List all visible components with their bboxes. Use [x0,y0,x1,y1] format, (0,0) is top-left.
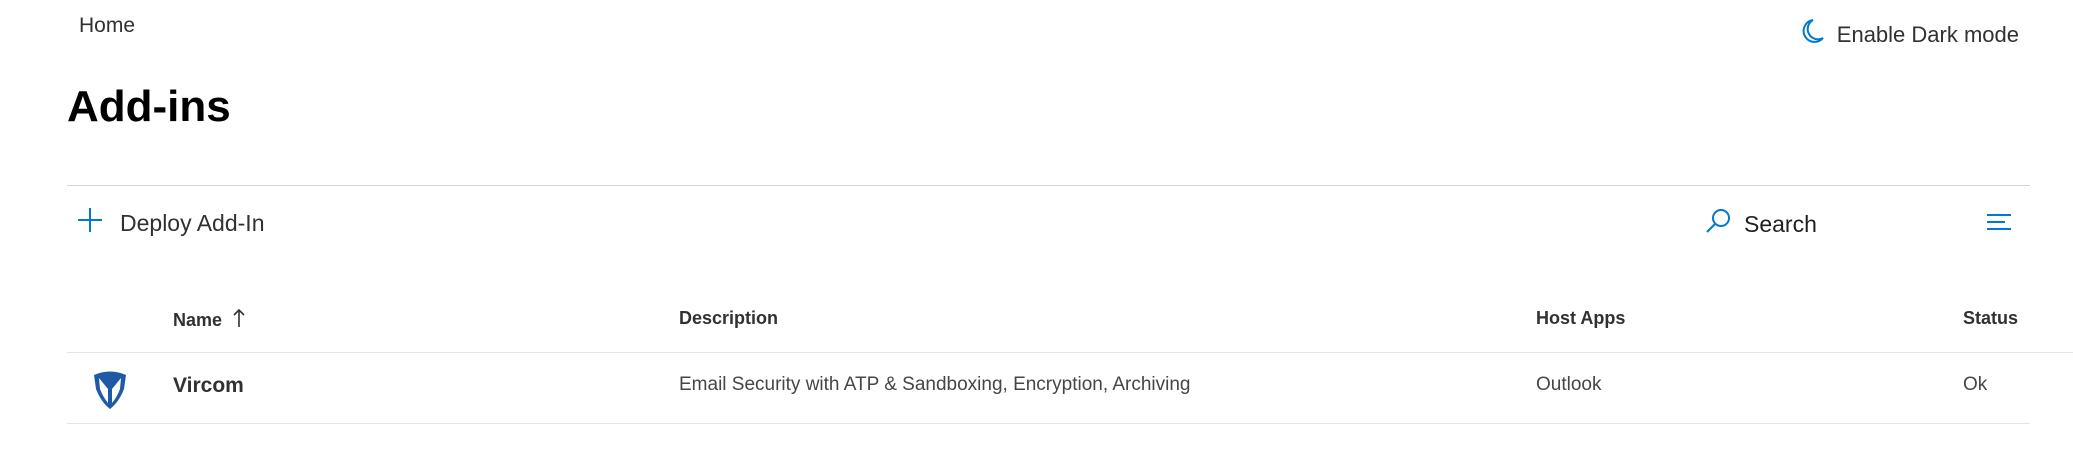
add-in-status: Ok [1963,374,1988,395]
table-header: Name Description Host Apps Status [67,296,2073,353]
column-header-name-label: Name [173,310,223,330]
column-header-host-apps[interactable]: Host Apps [1536,308,1625,329]
header-divider [67,185,2030,186]
column-header-status[interactable]: Status [1963,308,2018,329]
plus-icon [76,206,104,240]
vircom-logo [93,369,127,409]
column-header-status-label: Status [1963,308,2019,328]
search-icon [1704,207,1732,241]
add-in-description: Email Security with ATP & Sandboxing, En… [679,374,1191,395]
breadcrumb-home[interactable]: Home [79,14,135,38]
column-header-name[interactable]: Name [173,308,246,333]
column-header-host-apps-label: Host Apps [1536,308,1626,328]
add-in-name[interactable]: Vircom [173,374,244,398]
search-label: Search [1744,210,1817,237]
column-header-description-label: Description [679,308,779,328]
table-row[interactable]: Vircom Email Security with ATP & Sandbox… [67,353,2030,424]
moon-icon [1799,18,1825,52]
deploy-add-in-label: Deploy Add-In [120,209,265,236]
deploy-add-in-button[interactable]: Deploy Add-In [76,206,264,240]
dark-mode-label: Enable Dark mode [1836,22,2019,47]
filter-lines-icon[interactable] [1986,212,2012,232]
search-box[interactable]: Search [1704,207,1817,241]
add-in-host-apps: Outlook [1536,374,1602,395]
add-ins-table: Name Description Host Apps Status Vircom… [67,296,2073,424]
arrow-up-icon [232,308,246,333]
dark-mode-toggle[interactable]: Enable Dark mode [1799,18,2019,52]
column-header-description[interactable]: Description [679,308,778,329]
add-ins-page: Home Enable Dark mode Add-ins Deploy Add… [0,0,2073,460]
page-title: Add-ins [67,82,231,131]
